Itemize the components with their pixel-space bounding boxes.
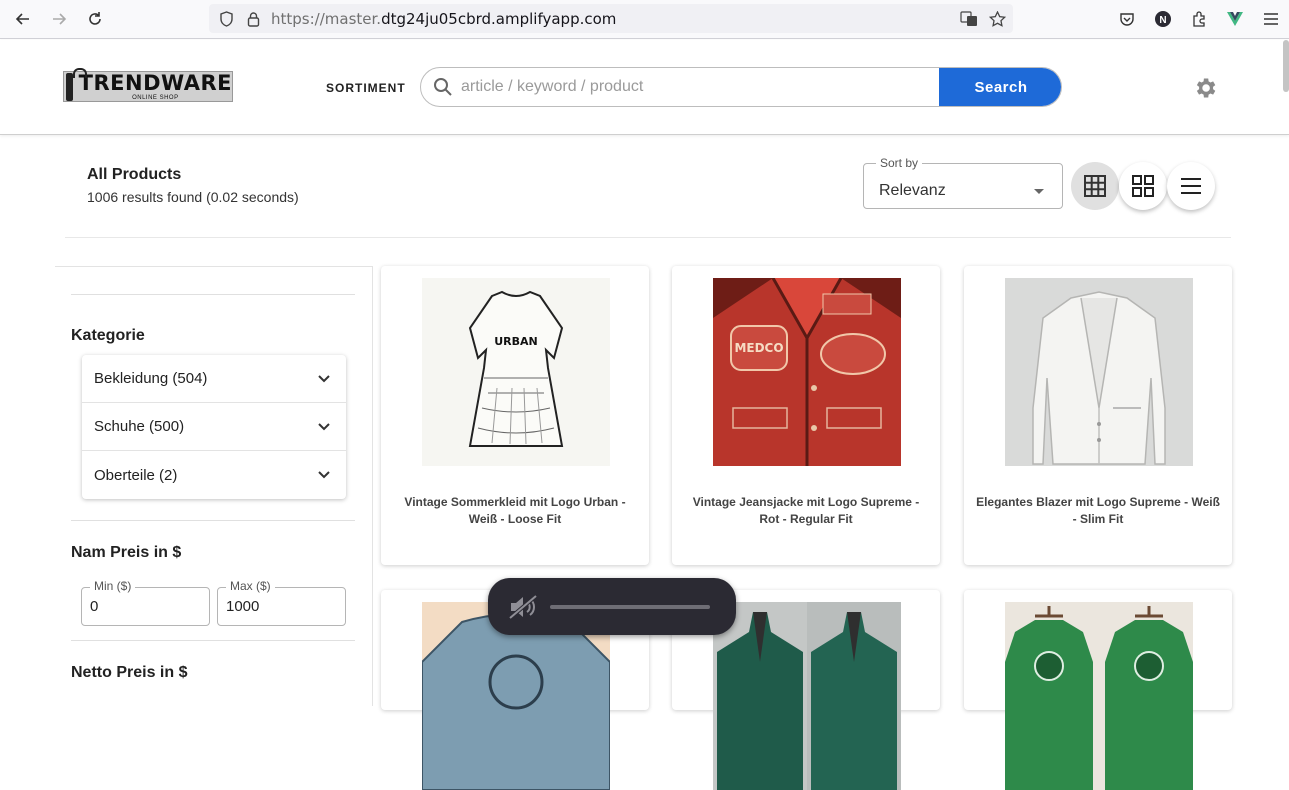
sort-by-select[interactable]: Sort by Relevanz (863, 156, 1063, 209)
category-label: Oberteile (2) (94, 466, 178, 484)
logo-sub-text: ONLINE SHOP (132, 94, 179, 101)
max-price-input[interactable] (226, 598, 326, 615)
min-price-input[interactable] (90, 598, 190, 615)
results-count: 1006 results found (0.02 seconds) (87, 189, 299, 205)
grid-small-icon (1084, 175, 1106, 197)
trendware-logo[interactable]: TRENDWARE ONLINE SHOP (63, 67, 233, 102)
divider (71, 294, 355, 295)
product-image[interactable] (713, 602, 901, 790)
mute-icon[interactable] (508, 594, 538, 620)
product-image[interactable]: URBAN (422, 278, 610, 466)
product-image[interactable]: MEDCO (713, 278, 901, 466)
nam-price-heading: Nam Preis in $ (71, 544, 182, 561)
browser-toolbar: https://master.dtg24ju05cbrd.amplifyapp.… (0, 0, 1289, 39)
min-price-field[interactable]: Min ($) (81, 579, 210, 626)
svg-text:N: N (1159, 15, 1166, 26)
list-icon (1181, 178, 1201, 194)
view-grid-large-button[interactable] (1119, 162, 1167, 210)
logo-main-text: TRENDWARE (78, 70, 232, 95)
logo-text: TRENDWARE ONLINE SHOP (78, 70, 232, 101)
divider (71, 520, 355, 521)
menu-icon[interactable] (1260, 8, 1282, 30)
sort-by-value: Relevanz (879, 182, 946, 199)
product-print-text: MEDCO (734, 341, 783, 355)
product-image[interactable] (1005, 278, 1193, 466)
product-title[interactable]: Vintage Jeansjacke mit Logo Supreme - Ro… (684, 494, 928, 528)
category-label: Schuhe (500) (94, 418, 185, 435)
star-icon[interactable] (987, 9, 1007, 29)
translate-icon[interactable] (959, 9, 979, 29)
account-icon[interactable]: N (1152, 8, 1174, 30)
category-heading: Kategorie (71, 327, 145, 344)
view-list-button[interactable] (1167, 162, 1215, 210)
shield-icon[interactable] (216, 9, 236, 29)
url-text[interactable]: https://master.dtg24ju05cbrd.amplifyapp.… (271, 10, 616, 28)
chevron-down-icon (318, 374, 330, 382)
product-image[interactable] (1005, 602, 1193, 790)
category-item-schuhe[interactable]: Schuhe (500) (82, 403, 346, 451)
site-header: TRENDWARE ONLINE SHOP SORTIMENT Search (0, 40, 1289, 135)
divider (71, 640, 355, 641)
product-title[interactable]: Vintage Sommerkleid mit Logo Urban - Wei… (393, 494, 637, 528)
product-title[interactable]: Elegantes Blazer mit Logo Supreme - Weiß… (976, 494, 1220, 528)
address-bar[interactable]: https://master.dtg24ju05cbrd.amplifyapp.… (209, 4, 1013, 33)
gear-icon[interactable] (1192, 75, 1218, 101)
url-scheme: https://master. (271, 10, 382, 28)
max-price-field[interactable]: Max ($) (217, 579, 346, 626)
vue-icon[interactable] (1224, 8, 1246, 30)
search-button[interactable]: Search (939, 68, 1061, 106)
volume-slider[interactable] (550, 605, 710, 609)
chevron-down-icon (318, 471, 330, 479)
sort-by-label: Sort by (876, 156, 923, 170)
category-label: Bekleidung (504) (94, 370, 208, 387)
product-card[interactable]: URBAN Vintage Sommerkleid mit Logo Urban… (381, 266, 649, 565)
product-card[interactable]: Elegantes Blazer mit Logo Supreme - Weiß… (964, 266, 1232, 565)
shopping-bag-icon (66, 67, 86, 101)
netto-price-heading: Netto Preis in $ (71, 664, 188, 681)
pocket-icon[interactable] (1116, 8, 1138, 30)
search-icon (434, 78, 452, 96)
category-item-bekleidung[interactable]: Bekleidung (504) (82, 355, 346, 403)
reload-icon[interactable] (82, 6, 108, 32)
nav-sortiment[interactable]: SORTIMENT (326, 81, 406, 95)
lock-icon[interactable] (243, 9, 263, 29)
divider (65, 237, 1231, 238)
media-volume-overlay[interactable] (488, 578, 736, 635)
forward-icon[interactable] (46, 6, 72, 32)
url-domain: dtg24ju05cbrd.amplifyapp.com (381, 10, 617, 28)
view-grid-small-button[interactable] (1071, 162, 1119, 210)
extensions-icon[interactable] (1188, 8, 1210, 30)
grid-large-icon (1132, 175, 1154, 197)
product-card[interactable]: MEDCO Vintage Jeansjacke mit Logo Suprem… (672, 266, 940, 565)
back-icon[interactable] (10, 6, 36, 32)
category-list: Bekleidung (504) Schuhe (500) Oberteile … (82, 355, 346, 499)
product-card[interactable] (964, 590, 1232, 790)
filter-sidebar: Kategorie Bekleidung (504) Schuhe (500) … (55, 266, 373, 706)
caret-down-icon (1034, 189, 1044, 194)
search-input[interactable] (461, 68, 939, 106)
product-print-text: URBAN (494, 335, 538, 348)
page-scrollbar[interactable] (1283, 40, 1289, 92)
max-price-label: Max ($) (226, 579, 275, 593)
search-bar: Search (420, 67, 1062, 107)
category-item-oberteile[interactable]: Oberteile (2) (82, 451, 346, 499)
min-price-label: Min ($) (90, 579, 136, 593)
results-title: All Products (87, 166, 182, 183)
chevron-down-icon (318, 422, 330, 430)
